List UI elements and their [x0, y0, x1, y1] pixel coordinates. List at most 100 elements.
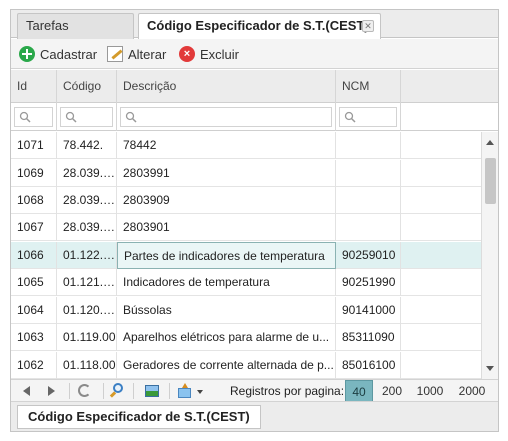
cell-id: 1065 [11, 269, 57, 296]
cell-id: 1064 [11, 297, 57, 324]
table-row[interactable]: 1063 01.119.00 Aparelhos elétricos para … [11, 324, 481, 351]
table-row[interactable]: 1068 28.039.09 2803909 [11, 187, 481, 214]
chart-button[interactable] [144, 383, 160, 399]
divider [133, 383, 134, 399]
table-row[interactable]: 1065 01.121.00 Indicadores de temperatur… [11, 269, 481, 296]
cell-id: 1068 [11, 187, 57, 214]
cell-ncm: 85016100 [336, 352, 401, 379]
divider [69, 383, 70, 399]
chevron-down-icon[interactable] [197, 390, 203, 394]
add-button[interactable]: Cadastrar [19, 45, 97, 63]
cell-id: 1071 [11, 132, 57, 159]
arrow-left-icon [23, 386, 30, 396]
plus-icon [19, 46, 35, 62]
add-label: Cadastrar [40, 46, 98, 62]
filter-input-ncm[interactable] [339, 107, 397, 127]
column-header-filler [401, 70, 481, 103]
table-row[interactable]: 1069 28.039.91 2803991 [11, 160, 481, 187]
cell-descricao: Aparelhos elétricos para alarme de u... [117, 324, 336, 351]
cell-codigo: 28.039.09 [57, 187, 117, 214]
table-row[interactable]: 1071 78.442. 78442 [11, 132, 481, 159]
table-row[interactable]: 1062 01.118.00 Geradores de corrente alt… [11, 352, 481, 379]
refresh-icon [78, 384, 91, 397]
table-row[interactable]: 1064 01.120.00 Bússolas 90141000 [11, 297, 481, 324]
filter-cell-descricao [117, 103, 336, 131]
edit-icon [107, 46, 123, 62]
grid-header: Id Código Descrição NCM [11, 70, 498, 103]
cell-descricao: 2803909 [117, 187, 336, 214]
page-size-option-active[interactable]: 40 [345, 380, 373, 402]
cell-descricao: Bússolas [117, 297, 336, 324]
cell-ncm: 90259010 [336, 242, 401, 269]
toolbar: Cadastrar Alterar × Excluir [11, 39, 498, 69]
cell-ncm: 85311090 [336, 324, 401, 351]
cell-id: 1066 [11, 242, 57, 269]
cell-ncm: 90141000 [336, 297, 401, 324]
page-size-option[interactable]: 200 [378, 380, 406, 402]
cell-codigo: 01.121.00 [57, 269, 117, 296]
cell-ncm [336, 160, 401, 187]
bottom-taskbar: Código Especificador de S.T.(CEST) [11, 401, 498, 431]
column-header-descricao[interactable]: Descrição [117, 70, 336, 103]
search-icon [19, 111, 31, 123]
filter-cell-id [11, 103, 57, 131]
scroll-thumb[interactable] [485, 158, 496, 204]
bottom-tab-cest[interactable]: Código Especificador de S.T.(CEST) [17, 405, 261, 429]
tab-tarefas-principais[interactable]: Tarefas Principais [17, 13, 134, 57]
scroll-down-icon[interactable] [486, 366, 494, 371]
cell-codigo: 01.119.00 [57, 324, 117, 351]
cell-ncm [336, 214, 401, 241]
refresh-button[interactable] [77, 383, 93, 399]
delete-icon: × [179, 46, 195, 62]
filter-input-descricao[interactable] [120, 107, 332, 127]
tab-cest[interactable]: Código Especificador de S.T.(CEST) ✕ [138, 13, 381, 39]
filter-cell-filler [401, 103, 481, 131]
edit-button[interactable]: Alterar [107, 45, 166, 63]
cell-descricao: Indicadores de temperatura [117, 269, 336, 296]
tab-strip: Tarefas Principais Código Especificador … [11, 10, 498, 57]
next-page-button[interactable] [43, 383, 59, 399]
grid-body: 1071 78.442. 78442 1069 28.039.91 280399… [11, 132, 481, 379]
filter-input-id[interactable] [14, 107, 53, 127]
export-button[interactable] [177, 383, 193, 399]
chart-image-icon [145, 385, 159, 397]
close-icon[interactable]: ✕ [362, 20, 374, 32]
cell-codigo: 28.039.01 [57, 214, 117, 241]
cell-descricao[interactable]: Partes de indicadores de temperatura [117, 242, 336, 269]
page-size-option[interactable]: 2000 [454, 380, 490, 402]
search-icon [344, 111, 356, 123]
cell-descricao: 2803991 [117, 160, 336, 187]
cell-id: 1067 [11, 214, 57, 241]
cell-descricao: Geradores de corrente alternada de p... [117, 352, 336, 379]
table-row[interactable]: 1067 28.039.01 2803901 [11, 214, 481, 241]
cell-ncm [336, 187, 401, 214]
filter-cell-codigo [57, 103, 117, 131]
filter-row [11, 103, 498, 131]
cell-codigo: 01.122.00 [57, 242, 117, 269]
pager: Registros por pagina: 40 200 1000 2000 [11, 379, 498, 402]
search-button[interactable] [109, 383, 125, 399]
divider [103, 383, 104, 399]
vertical-scrollbar[interactable] [481, 132, 498, 379]
edit-label: Alterar [128, 46, 167, 62]
column-header-codigo[interactable]: Código [57, 70, 117, 103]
column-header-ncm[interactable]: NCM [336, 70, 401, 103]
prev-page-button[interactable] [19, 383, 35, 399]
cell-id: 1069 [11, 160, 57, 187]
filter-cell-ncm [336, 103, 401, 131]
tab-label: Código Especificador de S.T.(CEST) [147, 18, 369, 33]
cell-id: 1062 [11, 352, 57, 379]
table-row-selected[interactable]: 1066 01.122.00 Partes de indicadores de … [11, 242, 481, 269]
search-icon [65, 111, 77, 123]
cell-ncm: 90251990 [336, 269, 401, 296]
data-grid: Id Código Descrição NCM 1071 78.442. 784… [11, 70, 498, 379]
column-header-id[interactable]: Id [11, 70, 57, 103]
delete-label: Excluir [200, 46, 240, 62]
cell-codigo: 28.039.91 [57, 160, 117, 187]
scroll-up-icon[interactable] [486, 140, 494, 145]
divider [169, 383, 170, 399]
search-icon [125, 111, 137, 123]
filter-input-codigo[interactable] [60, 107, 113, 127]
delete-button[interactable]: × Excluir [179, 45, 239, 63]
page-size-option[interactable]: 1000 [412, 380, 448, 402]
